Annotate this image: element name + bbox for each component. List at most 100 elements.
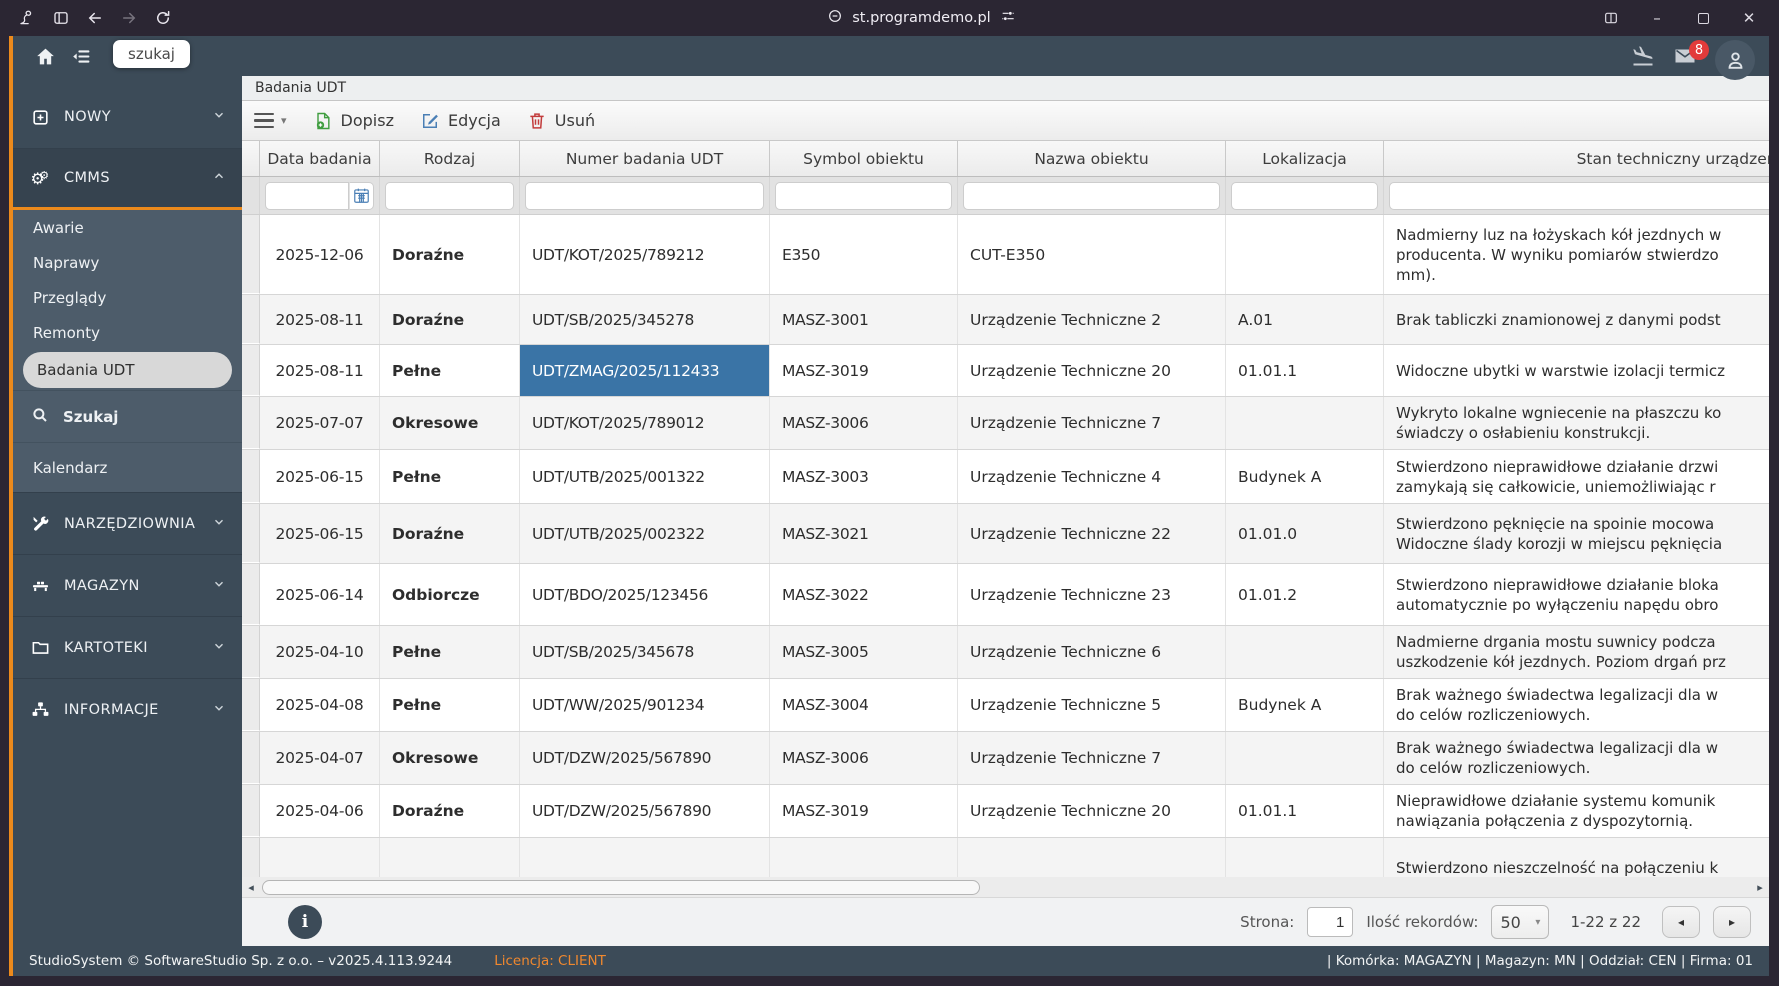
cell-rodzaj[interactable]: Okresowe — [380, 732, 520, 784]
collapse-menu-icon[interactable] — [63, 41, 99, 71]
cell-lokalizacja[interactable]: Budynek A — [1226, 450, 1384, 503]
cell-nazwa[interactable]: Urządzenie Techniczne 22 — [958, 504, 1226, 563]
cell-rodzaj[interactable]: Pełne — [380, 679, 520, 731]
cell-symbol[interactable]: MASZ-3006 — [770, 732, 958, 784]
next-page-button[interactable]: ▸ — [1713, 906, 1751, 938]
edit-button[interactable]: Edycja — [420, 111, 501, 131]
sidebar-item-przeglady[interactable]: Przeglądy — [13, 280, 242, 315]
cell-symbol[interactable]: MASZ-3021 — [770, 504, 958, 563]
cell-date[interactable] — [260, 838, 380, 877]
scroll-right-arrow[interactable]: ▸ — [1751, 881, 1769, 894]
cell-numer[interactable]: UDT/BDO/2025/123456 — [520, 564, 770, 625]
cell-stan[interactable]: Stwierdzono nieprawidłowe działanie drzw… — [1384, 450, 1769, 503]
cell-stan[interactable]: Brak ważnego świadectwa legalizacji dla … — [1384, 732, 1769, 784]
cell-symbol[interactable]: MASZ-3022 — [770, 564, 958, 625]
cell-lokalizacja[interactable] — [1226, 215, 1384, 294]
row-handle[interactable] — [242, 564, 260, 625]
cell-rodzaj[interactable]: Okresowe — [380, 397, 520, 449]
cell-lokalizacja[interactable] — [1226, 732, 1384, 784]
cell-stan[interactable]: Stwierdzono pęknięcie na spoinie mocowa … — [1384, 504, 1769, 563]
scroll-left-arrow[interactable]: ◂ — [242, 881, 260, 894]
cell-symbol[interactable]: E350 — [770, 215, 958, 294]
sidebar-item-awarie[interactable]: Awarie — [13, 210, 242, 245]
cell-stan[interactable]: Nieprawidłowe działanie systemu komunik … — [1384, 785, 1769, 837]
cell-symbol[interactable]: MASZ-3003 — [770, 450, 958, 503]
table-row[interactable]: 2025-06-15 Doraźne UDT/UTB/2025/002322 M… — [242, 504, 1769, 564]
cell-numer[interactable]: UDT/UTB/2025/002322 — [520, 504, 770, 563]
cell-date[interactable]: 2025-06-15 — [260, 504, 380, 563]
cell-date[interactable]: 2025-04-08 — [260, 679, 380, 731]
sidebar-item-szukaj[interactable]: Szukaj — [13, 390, 242, 442]
cell-numer[interactable]: UDT/SB/2025/345678 — [520, 626, 770, 678]
column-header[interactable]: Rodzaj — [380, 141, 520, 176]
scrollbar-thumb[interactable] — [262, 880, 980, 895]
table-row[interactable]: 2025-08-11 Pełne UDT/ZMAG/2025/112433 MA… — [242, 345, 1769, 397]
cell-date[interactable]: 2025-08-11 — [260, 295, 380, 344]
cell-symbol[interactable]: MASZ-3019 — [770, 785, 958, 837]
cell-symbol[interactable]: MASZ-3001 — [770, 295, 958, 344]
cell-rodzaj[interactable]: Doraźne — [380, 785, 520, 837]
filter-input-lokalizacja[interactable] — [1231, 182, 1378, 210]
szukaj-tooltip[interactable]: szukaj — [113, 40, 190, 68]
split-view-icon[interactable] — [1591, 5, 1631, 31]
cell-date[interactable]: 2025-08-11 — [260, 345, 380, 396]
cell-lokalizacja[interactable]: 01.01.1 — [1226, 785, 1384, 837]
cell-nazwa[interactable]: Urządzenie Techniczne 7 — [958, 397, 1226, 449]
row-handle[interactable] — [242, 397, 260, 449]
cell-numer[interactable] — [520, 838, 770, 877]
cell-nazwa[interactable]: Urządzenie Techniczne 6 — [958, 626, 1226, 678]
cell-stan[interactable]: Stwierdzono nieszczelność na połączeniu … — [1384, 838, 1769, 877]
cell-lokalizacja[interactable] — [1226, 838, 1384, 877]
cell-rodzaj[interactable]: Pełne — [380, 626, 520, 678]
table-row-partial[interactable]: Stwierdzono nieszczelność na połączeniu … — [242, 838, 1769, 877]
sidebar-item-magazyn[interactable]: MAGAZYN — [13, 554, 242, 616]
sidebar-item-cmms[interactable]: ⚙⚙ CMMS — [13, 148, 242, 210]
sidebar-item-badania-udt-selected[interactable]: Badania UDT — [23, 352, 232, 388]
maximize-button[interactable] — [1683, 5, 1723, 31]
filter-input-numer[interactable] — [525, 182, 764, 210]
cell-nazwa[interactable]: Urządzenie Techniczne 4 — [958, 450, 1226, 503]
row-handle[interactable] — [242, 838, 260, 877]
column-header[interactable]: Stan techniczny urządzenia — [1384, 141, 1769, 176]
cell-rodzaj[interactable]: Odbiorcze — [380, 564, 520, 625]
cell-date[interactable]: 2025-06-14 — [260, 564, 380, 625]
cell-nazwa[interactable]: Urządzenie Techniczne 5 — [958, 679, 1226, 731]
row-handle[interactable] — [242, 295, 260, 344]
cell-stan[interactable]: Nadmierne drgania mostu suwnicy podcza u… — [1384, 626, 1769, 678]
browser-reload-button[interactable] — [146, 5, 180, 31]
sidebar-item-informacje[interactable]: INFORMACJE — [13, 678, 242, 740]
calendar-button[interactable] — [349, 182, 374, 210]
cell-stan[interactable]: Stwierdzono nieprawidłowe działanie blok… — [1384, 564, 1769, 625]
cell-numer-selected[interactable]: UDT/ZMAG/2025/112433 — [520, 345, 770, 396]
cell-nazwa[interactable] — [958, 838, 1226, 877]
mail-icon[interactable]: 8 — [1673, 44, 1697, 68]
table-row[interactable]: 2025-04-08 Pełne UDT/WW/2025/901234 MASZ… — [242, 679, 1769, 732]
cell-rodzaj[interactable]: Doraźne — [380, 504, 520, 563]
cell-numer[interactable]: UDT/DZW/2025/567890 — [520, 732, 770, 784]
cell-nazwa[interactable]: Urządzenie Techniczne 7 — [958, 732, 1226, 784]
column-header[interactable]: Symbol obiektu — [770, 141, 958, 176]
cell-date[interactable]: 2025-07-07 — [260, 397, 380, 449]
user-avatar-button[interactable] — [1715, 40, 1755, 80]
tune-icon[interactable] — [1000, 8, 1016, 28]
filter-input-symbol[interactable] — [775, 182, 952, 210]
sidebar-item-kalendarz[interactable]: Kalendarz — [13, 442, 242, 492]
cell-stan[interactable]: Brak ważnego świadectwa legalizacji dla … — [1384, 679, 1769, 731]
cell-lokalizacja[interactable]: Budynek A — [1226, 679, 1384, 731]
column-header[interactable]: Numer badania UDT — [520, 141, 770, 176]
grid-menu-button[interactable]: ▾ — [254, 113, 287, 128]
cell-numer[interactable]: UDT/DZW/2025/567890 — [520, 785, 770, 837]
filter-input-rodzaj[interactable] — [385, 182, 514, 210]
cell-lokalizacja[interactable]: 01.01.2 — [1226, 564, 1384, 625]
sidebar-item-naprawy[interactable]: Naprawy — [13, 245, 242, 280]
cell-rodzaj[interactable]: Doraźne — [380, 215, 520, 294]
sidebar-item-kartoteki[interactable]: KARTOTEKI — [13, 616, 242, 678]
cell-lokalizacja[interactable] — [1226, 626, 1384, 678]
cell-numer[interactable]: UDT/UTB/2025/001322 — [520, 450, 770, 503]
row-handle[interactable] — [242, 626, 260, 678]
row-handle[interactable] — [242, 345, 260, 396]
table-row[interactable]: 2025-04-10 Pełne UDT/SB/2025/345678 MASZ… — [242, 626, 1769, 679]
cell-date[interactable]: 2025-04-07 — [260, 732, 380, 784]
records-per-page-select[interactable]: 50 ▾ — [1491, 905, 1549, 939]
row-handle[interactable] — [242, 504, 260, 563]
